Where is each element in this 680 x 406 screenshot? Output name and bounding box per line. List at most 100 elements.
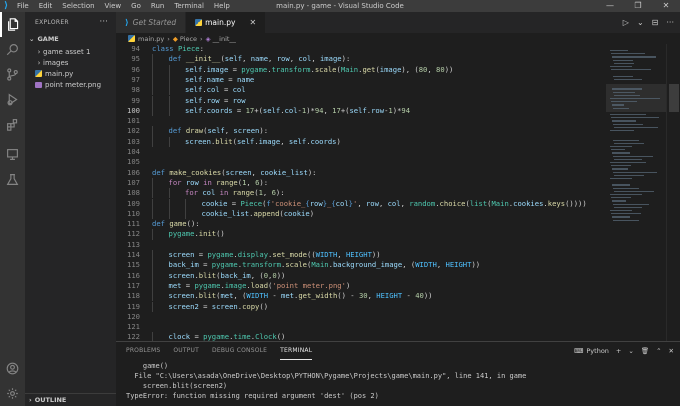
outline-section[interactable]: › OUTLINE: [25, 393, 116, 406]
breadcrumb-file[interactable]: main.py: [138, 35, 164, 43]
maximize-button[interactable]: ❐: [624, 0, 652, 12]
search-icon[interactable]: [0, 37, 25, 62]
chevron-right-icon: ›: [200, 34, 203, 43]
menu-item-go[interactable]: Go: [126, 0, 146, 12]
indent-guide: [152, 95, 153, 106]
tree-item-game-asset-1[interactable]: › game asset 1: [25, 46, 116, 57]
breadcrumb-class[interactable]: Piece: [180, 35, 197, 43]
more-actions-icon[interactable]: ···: [99, 17, 108, 27]
terminal-line: game(): [126, 362, 169, 370]
maximize-panel-icon[interactable]: ⌃: [656, 347, 661, 355]
shell-selector[interactable]: Python: [586, 347, 609, 355]
line-number: 108: [127, 188, 140, 198]
code-line[interactable]: 116 screen.blit(back_im, (0,0)): [116, 270, 606, 281]
code-line[interactable]: 114 screen = pygame.display.set_mode((WID…: [116, 250, 606, 261]
workspace-folder-game[interactable]: ⌄ GAME: [25, 32, 116, 46]
split-editor-icon[interactable]: ⊟: [652, 18, 659, 27]
outline-label: OUTLINE: [34, 396, 67, 404]
minimap-line: [612, 120, 636, 122]
trash-icon[interactable]: 🗑: [641, 347, 649, 355]
indent-guide: [152, 54, 153, 65]
testing-icon[interactable]: [0, 167, 25, 192]
scrollbar-thumb[interactable]: [669, 84, 679, 112]
source-control-icon[interactable]: [0, 62, 25, 87]
tree-item-main-py[interactable]: main.py: [25, 68, 116, 79]
code-line[interactable]: 106 def make_cookies(screen, cookie_list)…: [116, 168, 606, 178]
new-terminal-icon[interactable]: +: [616, 347, 621, 355]
explorer-header: EXPLORER ···: [25, 12, 116, 32]
code-line[interactable]: 104: [116, 147, 606, 157]
tab-problems[interactable]: PROBLEMS: [126, 342, 160, 360]
code-line[interactable]: 109 cookie = Piece(f'cookie_{row}_{col}',…: [116, 198, 606, 209]
more-actions-icon[interactable]: ···: [666, 18, 674, 27]
code-line[interactable]: 118 screen.blit(met, (WIDTH - met.get_wid…: [116, 291, 606, 302]
tab-terminal[interactable]: TERMINAL: [280, 342, 313, 360]
indent-guide: [185, 208, 186, 220]
code-text: screen.blit(met, (WIDTH - met.get_width(…: [168, 291, 433, 301]
minimize-button[interactable]: —: [596, 0, 624, 12]
menu-item-file[interactable]: File: [12, 0, 34, 12]
extensions-icon[interactable]: [0, 112, 25, 137]
image-file-icon: [35, 81, 42, 88]
code-line[interactable]: 108 for col in range(1, 6):: [116, 188, 606, 199]
code-line[interactable]: 96 self.image = pygame.transform.scale(Ma…: [116, 64, 606, 75]
tree-item-label: game asset 1: [43, 47, 91, 56]
files-icon[interactable]: [0, 12, 25, 37]
breadcrumb-method[interactable]: __init__: [213, 35, 236, 43]
indent-guide: [168, 188, 170, 199]
code-line[interactable]: 98 self.col = col: [116, 85, 606, 96]
editor-scrollbar[interactable]: [666, 44, 680, 341]
code-line[interactable]: 95 def __init__(self, name, row, col, ima…: [116, 54, 606, 65]
code-line[interactable]: 122 clock = pygame.time.Clock(): [116, 332, 606, 341]
editor-tabs: ⟩ Get Started main.py ✕ ▷ ⌄ ⊟ ···: [116, 12, 680, 33]
code-line[interactable]: 121: [116, 322, 606, 332]
terminal-dropdown-icon[interactable]: ⌄: [628, 347, 633, 355]
code-line[interactable]: 102 def draw(self, screen):: [116, 126, 606, 137]
menu-item-selection[interactable]: Selection: [57, 0, 99, 12]
code-line[interactable]: 94 class Piece:: [116, 44, 606, 54]
code-line[interactable]: 112 pygame.init(): [116, 229, 606, 240]
tab-output[interactable]: OUTPUT: [173, 342, 199, 360]
line-number: 109: [127, 198, 140, 208]
menu-item-run[interactable]: Run: [146, 0, 169, 12]
code-line[interactable]: 99 self.row = row: [116, 95, 606, 106]
tab-label: main.py: [205, 18, 236, 27]
close-panel-icon[interactable]: ✕: [669, 347, 674, 355]
tab-get-started[interactable]: ⟩ Get Started: [116, 12, 187, 33]
account-icon[interactable]: [0, 356, 25, 381]
terminal-output[interactable]: game() File "C:\Users\asada\OneDrive\Des…: [126, 361, 526, 401]
line-number: 94: [131, 44, 140, 53]
minimap[interactable]: [606, 44, 666, 341]
menu-item-terminal[interactable]: Terminal: [169, 0, 209, 12]
code-line[interactable]: 105: [116, 157, 606, 167]
line-number: 119: [127, 301, 140, 311]
run-dropdown-icon[interactable]: ⌄: [637, 18, 644, 27]
settings-gear-icon[interactable]: [0, 381, 25, 406]
menu-item-view[interactable]: View: [100, 0, 127, 12]
code-line[interactable]: 107 for row in range(1, 6):: [116, 177, 606, 189]
code-line[interactable]: 111 def game():: [116, 219, 606, 229]
run-debug-icon[interactable]: [0, 87, 25, 112]
tab-debug-console[interactable]: DEBUG CONSOLE: [212, 342, 267, 360]
code-line[interactable]: 110 cookie_list.append(cookie): [116, 208, 606, 220]
remote-explorer-icon[interactable]: [0, 142, 25, 167]
code-line[interactable]: 117 met = pygame.image.load('point meter.…: [116, 280, 606, 292]
menu-item-help[interactable]: Help: [209, 0, 235, 12]
close-tab-icon[interactable]: ✕: [249, 18, 256, 27]
code-line[interactable]: 97 self.name = name: [116, 74, 606, 86]
minimap-line: [614, 126, 658, 128]
code-editor[interactable]: 94 class Piece: 95 def __init__(self, name,…: [116, 44, 606, 341]
run-file-icon[interactable]: ▷: [623, 18, 629, 27]
code-line[interactable]: 101: [116, 116, 606, 126]
code-line[interactable]: 103 screen.blit(self.image, self.coords): [116, 136, 606, 147]
tab-main-py[interactable]: main.py ✕: [186, 12, 267, 33]
code-line[interactable]: 119 screen2 = screen.copy(): [116, 301, 606, 312]
code-line[interactable]: 100 self.coords = 17+(self.col-1)*94, 17+…: [116, 105, 606, 117]
code-line[interactable]: 115 back_im = pygame.transform.scale(Main…: [116, 260, 606, 271]
menu-item-edit[interactable]: Edit: [34, 0, 58, 12]
tree-item-images[interactable]: › images: [25, 57, 116, 68]
close-window-button[interactable]: ✕: [652, 0, 680, 12]
code-line[interactable]: 120: [116, 312, 606, 322]
code-line[interactable]: 113: [116, 240, 606, 250]
tree-item-point-meter-png[interactable]: point meter.png: [25, 79, 116, 90]
